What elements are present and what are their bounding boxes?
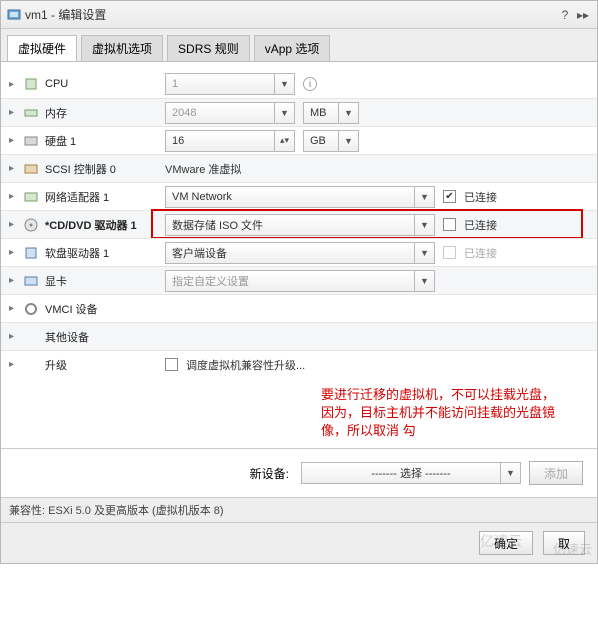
row-vmci: ▸ VMCI 设备 <box>1 294 597 322</box>
row-floppy: ▸ 软盘驱动器 1 客户端设备▼ 已连接 <box>1 238 597 266</box>
chevron-down-icon: ▼ <box>414 215 434 235</box>
tab-hardware[interactable]: 虚拟硬件 <box>7 35 77 61</box>
migration-annotation: 要进行迁移的虚拟机，不可以挂载光盘，因为，目标主机并不能访问挂载的光盘镜像，所以… <box>1 378 597 448</box>
chevron-down-icon: ▼ <box>338 103 358 123</box>
expander-icon[interactable]: ▸ <box>9 79 19 90</box>
other-icon <box>23 329 39 345</box>
cddvd-select[interactable]: 数据存储 ISO 文件▼ <box>165 214 435 236</box>
upgrade-checkbox-label: 调度虚拟机兼容性升级... <box>186 357 305 373</box>
new-device-label: 新设备: <box>250 465 289 482</box>
tab-vm-options[interactable]: 虚拟机选项 <box>81 35 163 61</box>
expander-icon[interactable]: ▸ <box>9 219 19 230</box>
expander-icon[interactable]: ▸ <box>9 107 19 118</box>
tab-bar: 虚拟硬件 虚拟机选项 SDRS 规则 vApp 选项 <box>1 29 597 62</box>
expander-icon[interactable]: ▸ <box>9 303 19 314</box>
row-cpu: ▸ CPU 1▼ i <box>1 70 597 98</box>
compatibility-text: 兼容性: ESXi 5.0 及更高版本 (虚拟机版本 8) <box>1 497 597 522</box>
memory-input[interactable]: 2048▼ <box>165 102 295 124</box>
vm-icon <box>7 8 21 22</box>
scsi-label: SCSI 控制器 0 <box>45 161 165 177</box>
floppy-connected-checkbox <box>443 246 456 259</box>
scsi-value: VMware 准虚拟 <box>165 161 241 177</box>
chevron-down-icon: ▼ <box>500 463 520 483</box>
disk-unit-select[interactable]: GB▼ <box>303 130 359 152</box>
new-device-select[interactable]: ------- 选择 -------▼ <box>301 462 521 484</box>
tab-vapp[interactable]: vApp 选项 <box>254 35 331 61</box>
chevron-down-icon: ▼ <box>274 74 294 94</box>
titlebar: vm1 - 编辑设置 ? ▸▸ <box>1 1 597 29</box>
network-connected-checkbox[interactable]: ✔ <box>443 190 456 203</box>
cd-icon <box>23 217 39 233</box>
floppy-icon <box>23 245 39 261</box>
row-scsi: ▸ SCSI 控制器 0 VMware 准虚拟 <box>1 154 597 182</box>
chevron-down-icon: ▼ <box>414 271 434 291</box>
vmci-icon <box>23 301 39 317</box>
upgrade-label: 升级 <box>45 357 165 373</box>
info-icon[interactable]: i <box>303 77 317 91</box>
edit-settings-dialog: vm1 - 编辑设置 ? ▸▸ 虚拟硬件 虚拟机选项 SDRS 规则 vApp … <box>0 0 598 564</box>
chevron-down-icon: ▼ <box>414 187 434 207</box>
cpu-label: CPU <box>45 78 165 90</box>
expander-icon[interactable]: ▸ <box>9 163 19 174</box>
expander-icon[interactable]: ▸ <box>9 359 19 370</box>
chevron-down-icon: ▼ <box>414 243 434 263</box>
video-icon <box>23 273 39 289</box>
network-icon <box>23 189 39 205</box>
row-video: ▸ 显卡 指定自定义设置▼ <box>1 266 597 294</box>
row-upgrade: ▸ 升级 调度虚拟机兼容性升级... <box>1 350 597 378</box>
dialog-title: vm1 - 编辑设置 <box>25 6 555 23</box>
cpu-select[interactable]: 1▼ <box>165 73 295 95</box>
row-cddvd: ▸ *CD/DVD 驱动器 1 数据存储 ISO 文件▼ 已连接 <box>1 210 597 238</box>
cpu-icon <box>23 76 39 92</box>
expander-icon[interactable]: ▸ <box>9 275 19 286</box>
upgrade-icon <box>23 357 39 373</box>
floppy-select[interactable]: 客户端设备▼ <box>165 242 435 264</box>
expander-icon[interactable]: ▸ <box>9 191 19 202</box>
memory-unit-select[interactable]: MB▼ <box>303 102 359 124</box>
network-connected-label: 已连接 <box>464 189 497 205</box>
cddvd-connected-checkbox[interactable] <box>443 218 456 231</box>
video-select[interactable]: 指定自定义设置▼ <box>165 270 435 292</box>
upgrade-checkbox[interactable] <box>165 358 178 371</box>
expand-icon[interactable]: ▸▸ <box>575 7 591 23</box>
spinner-icon: ▴▾ <box>274 131 294 151</box>
vmci-label: VMCI 设备 <box>45 301 165 317</box>
row-memory: ▸ 内存 2048▼ MB▼ <box>1 98 597 126</box>
row-network: ▸ 网络适配器 1 VM Network▼ ✔ 已连接 <box>1 182 597 210</box>
disk-icon <box>23 133 39 149</box>
new-device-bar: 新设备: ------- 选择 -------▼ 添加 <box>1 448 597 497</box>
other-label: 其他设备 <box>45 329 165 345</box>
chevron-down-icon: ▼ <box>274 103 294 123</box>
svg-text:亿速云: 亿速云 <box>480 533 522 549</box>
expander-icon[interactable]: ▸ <box>9 331 19 342</box>
help-icon[interactable]: ? <box>557 7 573 23</box>
row-disk: ▸ 硬盘 1 16▴▾ GB▼ <box>1 126 597 154</box>
network-select[interactable]: VM Network▼ <box>165 186 435 208</box>
floppy-connected-label: 已连接 <box>464 245 497 261</box>
memory-icon <box>23 105 39 121</box>
disk-label: 硬盘 1 <box>45 133 165 149</box>
expander-icon[interactable]: ▸ <box>9 135 19 146</box>
network-label: 网络适配器 1 <box>45 189 165 205</box>
cddvd-label: *CD/DVD 驱动器 1 <box>45 217 165 233</box>
add-device-button[interactable]: 添加 <box>529 461 583 485</box>
hardware-panel: ▸ CPU 1▼ i ▸ 内存 2048▼ MB▼ ▸ 硬盘 1 16▴▾ GB… <box>1 62 597 448</box>
watermark: 亿速云 亿速云 <box>480 526 592 558</box>
row-other: ▸ 其他设备 <box>1 322 597 350</box>
disk-input[interactable]: 16▴▾ <box>165 130 295 152</box>
expander-icon[interactable]: ▸ <box>9 247 19 258</box>
cddvd-connected-label: 已连接 <box>464 217 497 233</box>
chevron-down-icon: ▼ <box>338 131 358 151</box>
scsi-icon <box>23 161 39 177</box>
tab-sdrs[interactable]: SDRS 规则 <box>167 35 250 61</box>
floppy-label: 软盘驱动器 1 <box>45 245 165 261</box>
video-label: 显卡 <box>45 273 165 289</box>
memory-label: 内存 <box>45 105 165 121</box>
